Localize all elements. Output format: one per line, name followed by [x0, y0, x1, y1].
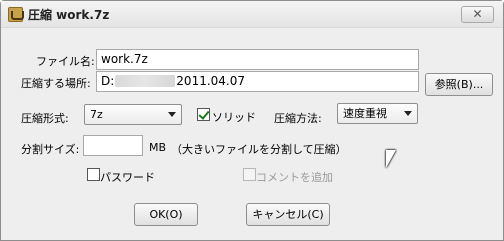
ok-button[interactable]: OK(O): [134, 203, 198, 226]
file-name-label: ファイル名:: [36, 55, 95, 68]
compress-dialog: 圧縮 work.7z ✕ ファイル名: work.7z 圧縮する場所: D: 20…: [0, 0, 504, 241]
close-button[interactable]: ✕: [461, 6, 494, 23]
password-checkbox[interactable]: [87, 168, 100, 181]
split-hint: （大きいファイルを分割して圧縮）: [171, 143, 347, 156]
title-bar[interactable]: 圧縮 work.7z ✕: [1, 1, 503, 28]
split-label: 分割サイズ:: [21, 143, 80, 156]
chevron-down-icon: [404, 111, 412, 116]
location-label: 圧縮する場所:: [21, 77, 91, 90]
comment-label: コメントを追加: [256, 171, 333, 184]
close-icon: ✕: [472, 7, 483, 21]
cancel-button[interactable]: キャンセル(C): [246, 203, 330, 226]
location-suffix: 2011.04.07: [176, 74, 246, 88]
format-value: 7z: [90, 108, 103, 121]
password-label: パスワード: [100, 171, 155, 184]
redacted-path: [115, 75, 176, 87]
method-label: 圧縮方法:: [274, 112, 322, 125]
location-input[interactable]: D: 2011.04.07: [96, 71, 419, 92]
solid-label: ソリッド: [212, 111, 256, 124]
chevron-down-icon: [168, 112, 176, 117]
method-select[interactable]: 速度重視: [337, 103, 418, 124]
method-value: 速度重視: [343, 107, 387, 120]
format-label: 圧縮形式:: [21, 112, 69, 125]
comment-checkbox[interactable]: [243, 168, 256, 181]
file-name-input[interactable]: work.7z: [96, 49, 419, 70]
format-select[interactable]: 7z: [84, 104, 182, 125]
browse-button[interactable]: 参照(B)...: [425, 73, 493, 96]
solid-checkbox[interactable]: [197, 108, 210, 121]
mouse-cursor-icon: [386, 150, 396, 168]
window-title: 圧縮 work.7z: [28, 8, 110, 22]
split-unit: MB: [149, 141, 167, 154]
location-prefix: D:: [101, 74, 115, 88]
archive-app-icon: [8, 7, 24, 22]
split-size-input[interactable]: [83, 135, 143, 156]
